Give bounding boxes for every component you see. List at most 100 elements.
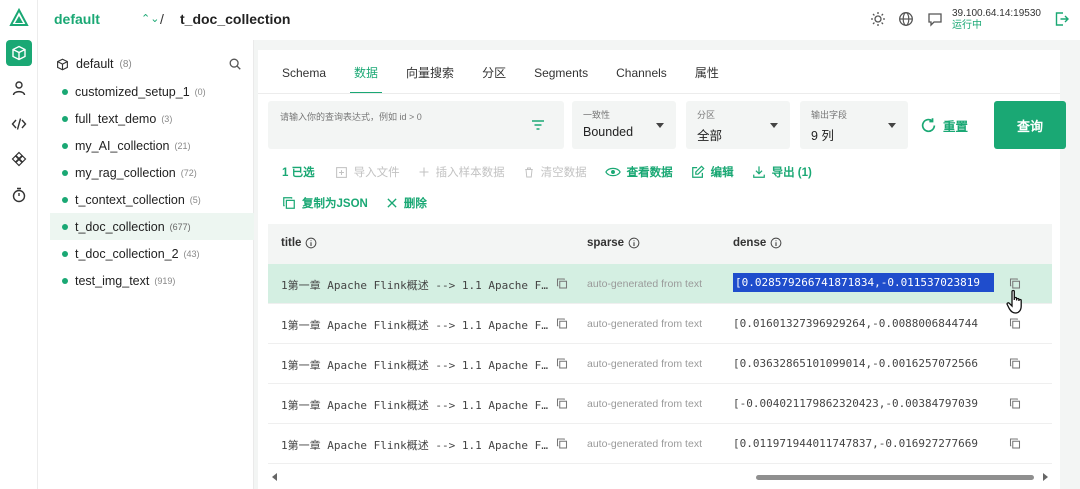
top-bar: default ⌃⌄ / t_doc_collection 39.100.64.… <box>38 0 1080 40</box>
collection-count: (3) <box>161 113 173 124</box>
table-row[interactable]: 1第一章 Apache Flink概述 --> 1.1 Apache Flink… <box>268 304 1052 344</box>
column-header-sparse[interactable]: sparse <box>587 237 640 249</box>
collection-item[interactable]: my_rag_collection (72) <box>50 159 254 186</box>
filter-icon[interactable] <box>530 117 546 133</box>
partition-value: 全部 <box>697 129 723 143</box>
table-row[interactable]: 1第一章 Apache Flink概述 --> 1.1 Apache Flink… <box>268 424 1052 464</box>
column-sparse-label: sparse <box>587 237 625 249</box>
tab-schema[interactable]: Schema <box>282 64 326 86</box>
collection-count: (72) <box>180 167 197 178</box>
import-file-label: 导入文件 <box>353 167 400 179</box>
column-header-dense[interactable]: dense <box>733 237 782 249</box>
delete-button[interactable]: 删除 <box>386 195 427 211</box>
insert-sample-button[interactable]: 插入样本数据 <box>418 164 505 180</box>
table-row[interactable]: 1第一章 Apache Flink概述 --> 1.1 Apache Flink… <box>268 344 1052 384</box>
query-expression-input[interactable]: 请输入你的查询表达式，例如 id > 0 <box>268 101 564 149</box>
breadcrumb-collection: t_doc_collection <box>180 11 291 27</box>
clear-data-button[interactable]: 清空数据 <box>523 164 587 180</box>
search-icon[interactable] <box>228 57 242 71</box>
data-actions: 1 已选 导入文件 插入样本数据 清空数据 查看数据 编辑 导出 (1) <box>282 164 830 180</box>
collection-item[interactable]: customized_setup_1 (0) <box>50 78 254 105</box>
scroll-left-arrow-icon[interactable] <box>272 473 277 481</box>
status-dot <box>62 196 68 203</box>
query-button[interactable]: 查询 <box>994 101 1066 149</box>
collection-sidebar: default (8) customized_setup_1 (0) full_t… <box>38 40 254 489</box>
copy-icon[interactable] <box>556 397 568 410</box>
copy-icon[interactable] <box>1009 437 1021 450</box>
collection-count: (677) <box>169 221 191 232</box>
consistency-select[interactable]: 一致性 Bounded <box>572 101 676 149</box>
database-switch-icon[interactable]: ⌃⌄ <box>141 12 159 25</box>
scroll-right-arrow-icon[interactable] <box>1043 473 1048 481</box>
copy-icon[interactable] <box>556 357 568 370</box>
view-data-button[interactable]: 查看数据 <box>604 164 673 180</box>
logout-icon[interactable] <box>1054 11 1070 27</box>
collection-item[interactable]: t_context_collection (5) <box>50 186 254 213</box>
copy-icon[interactable] <box>1009 317 1021 330</box>
tab-divider <box>258 93 1060 94</box>
edit-icon <box>691 165 705 178</box>
cell-sparse: auto-generated from text <box>587 278 702 290</box>
eye-icon <box>604 167 621 177</box>
scrollbar-thumb[interactable] <box>756 475 1034 480</box>
export-button[interactable]: 导出 (1) <box>752 164 812 180</box>
table-row-selected[interactable]: 1第一章 Apache Flink概述 --> 1.1 Apache Flink… <box>268 264 1052 304</box>
tab-channels[interactable]: Channels <box>616 64 667 86</box>
import-file-button[interactable]: 导入文件 <box>335 164 400 180</box>
feedback-message-icon[interactable] <box>927 11 943 27</box>
copy-json-label: 复制为JSON <box>302 198 368 210</box>
copy-icon[interactable] <box>556 437 568 450</box>
info-icon[interactable] <box>770 237 782 249</box>
collection-name: t_doc_collection <box>75 219 165 234</box>
column-title-label: title <box>281 237 302 249</box>
info-icon[interactable] <box>305 237 317 249</box>
caret-down-icon <box>656 123 664 128</box>
cell-dense: [-0.004021179862320423,-0.00384797039 <box>733 397 979 410</box>
user-icon[interactable] <box>6 75 32 101</box>
collection-count: (43) <box>183 248 200 259</box>
partition-select[interactable]: 分区 全部 <box>686 101 790 149</box>
app-logo[interactable] <box>9 8 29 28</box>
language-globe-icon[interactable] <box>898 11 914 27</box>
code-icon[interactable] <box>6 111 32 137</box>
copy-json-button[interactable]: 复制为JSON <box>282 195 368 211</box>
tab-vector-search[interactable]: 向量搜索 <box>406 64 454 86</box>
tab-data[interactable]: 数据 <box>350 64 383 94</box>
collection-item[interactable]: t_doc_collection_2 (43) <box>50 240 254 267</box>
tab-bar: Schema 数据 向量搜索 分区 Segments Channels 属性 <box>282 64 747 94</box>
copy-icon[interactable] <box>556 317 568 330</box>
caret-down-icon <box>888 123 896 128</box>
collection-item-active[interactable]: t_doc_collection (677) <box>50 213 254 240</box>
output-fields-select[interactable]: 输出字段 9 列 <box>800 101 908 149</box>
reset-label: 重置 <box>943 119 969 134</box>
horizontal-scrollbar[interactable] <box>268 469 1052 485</box>
download-icon <box>752 166 765 178</box>
theme-sun-icon[interactable] <box>870 11 886 27</box>
topology-icon[interactable] <box>6 146 32 172</box>
view-data-label: 查看数据 <box>626 167 673 179</box>
breadcrumb-database[interactable]: default <box>54 11 100 27</box>
column-header-title[interactable]: title <box>281 237 317 249</box>
collection-item[interactable]: my_AI_collection (21) <box>50 132 254 159</box>
copy-icon[interactable] <box>1009 397 1021 410</box>
copy-icon[interactable] <box>556 277 568 290</box>
clear-data-label: 清空数据 <box>540 167 587 179</box>
table-row[interactable]: 1第一章 Apache Flink概述 --> 1.1 Apache Flink… <box>268 384 1052 424</box>
collection-item[interactable]: test_img_text (919) <box>50 267 254 294</box>
stopwatch-icon[interactable] <box>6 182 32 208</box>
tab-partitions[interactable]: 分区 <box>482 64 506 86</box>
collection-item[interactable]: full_text_demo (3) <box>50 105 254 132</box>
tab-segments[interactable]: Segments <box>534 64 588 86</box>
edit-button[interactable]: 编辑 <box>691 164 734 180</box>
reset-button[interactable]: 重置 <box>920 116 968 134</box>
cell-title: 1第一章 Apache Flink概述 --> 1.1 Apache Flink… <box>281 279 549 292</box>
cell-dense: [0.01601327396929264,-0.0088006844744 <box>733 317 979 330</box>
content-area: default (8) customized_setup_1 (0) full_t… <box>38 40 1080 489</box>
tab-properties[interactable]: 属性 <box>695 64 719 86</box>
copy-icon[interactable] <box>1009 357 1021 370</box>
sidebar-database[interactable]: default (8) <box>56 57 132 71</box>
database-icon[interactable] <box>6 40 32 66</box>
info-icon[interactable] <box>628 237 640 249</box>
cell-sparse: auto-generated from text <box>587 438 702 450</box>
cell-dense-highlighted[interactable]: [0.028579266741871834,-0.011537023819 <box>733 273 994 292</box>
